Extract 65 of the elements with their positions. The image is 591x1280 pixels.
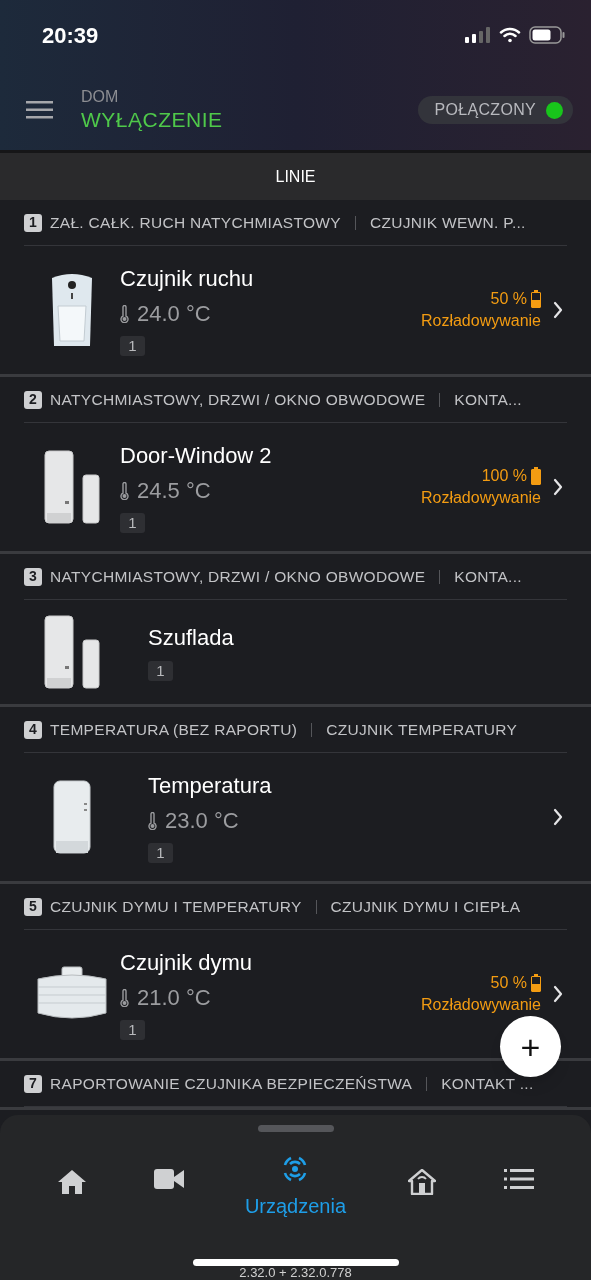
temperature-reading: 24.5 °C — [137, 477, 211, 505]
thermometer-icon — [148, 812, 157, 830]
line-header-text: ZAŁ. CAŁK. RUCH NATYCHMIASTOWY — [50, 212, 341, 233]
zone-badge: 1 — [120, 336, 145, 356]
arming-state: WYŁĄCZENIE — [81, 107, 224, 133]
device-name: Door-Window 2 — [120, 442, 273, 470]
thermometer-icon — [120, 989, 129, 1007]
device-name: Czujnik ruchu — [120, 265, 255, 293]
chevron-right-icon[interactable] — [553, 301, 563, 319]
device-name: Czujnik dymu — [120, 949, 254, 977]
line-number: 3 — [24, 567, 42, 586]
line-header-text: CZUJNIK DYMU I CIEPŁA — [330, 896, 521, 917]
house-signal-icon — [408, 1169, 437, 1195]
device-name: Temperatura — [148, 772, 273, 800]
battery-icon — [531, 290, 541, 308]
line-number: 2 — [24, 390, 42, 409]
battery-status: Rozładowywanie — [420, 311, 541, 331]
zone-badge: 1 — [120, 1020, 145, 1040]
line-number: 7 — [24, 1074, 42, 1093]
line-header-text: TEMPERATURA (BEZ RAPORTU) — [50, 719, 298, 740]
temperature-reading: 21.0 °C — [137, 984, 211, 1012]
line-header-text: NATYCHMIASTOWY, DRZWI / OKNO OBWODOWE — [50, 389, 426, 410]
line-header-text: KONTA... — [454, 566, 522, 587]
location-label: DOM — [81, 87, 120, 107]
battery-percent: 50 % — [490, 289, 527, 309]
version-text: 2.32.0 + 2.32.0.778 — [239, 1266, 352, 1280]
video-camera-icon — [153, 1169, 184, 1189]
battery-percent: 50 % — [490, 973, 527, 993]
battery-status: Rozładowywanie — [420, 995, 541, 1015]
list-icon — [503, 1169, 534, 1189]
temperature-reading: 24.0 °C — [137, 300, 211, 328]
battery-status: Rozładowywanie — [420, 488, 541, 508]
chevron-right-icon[interactable] — [553, 985, 563, 1003]
line-header-text: CZUJNIK WEWN. P... — [369, 212, 526, 233]
temperature-reading: 23.0 °C — [165, 807, 239, 835]
line-number: 4 — [24, 720, 42, 739]
zone-badge: 1 — [120, 513, 145, 533]
menu-icon[interactable] — [26, 101, 53, 119]
battery-status-icon — [529, 26, 565, 44]
status-time: 20:39 — [42, 21, 99, 50]
drag-handle[interactable] — [257, 1125, 334, 1132]
section-title: LINIE — [275, 166, 316, 187]
line-number: 1 — [24, 213, 42, 232]
battery-icon — [531, 467, 541, 485]
thermometer-icon — [120, 482, 129, 500]
line-header-text: NATYCHMIASTOWY, DRZWI / OKNO OBWODOWE — [50, 566, 426, 587]
zone-badge: 1 — [148, 661, 173, 681]
cellular-signal-icon — [465, 27, 491, 43]
battery-icon — [531, 974, 541, 992]
wifi-icon — [499, 27, 521, 43]
add-button[interactable]: + — [500, 1016, 561, 1077]
line-header-text: RAPORTOWANIE CZUJNIKA BEZPIECZEŃSTWA — [50, 1073, 413, 1094]
connection-status: POŁĄCZONY — [417, 96, 573, 124]
home-icon — [57, 1169, 88, 1195]
thermometer-icon — [120, 305, 129, 323]
line-number: 5 — [24, 897, 42, 916]
device-name: Szuflada — [148, 624, 235, 652]
line-header-text: CZUJNIK TEMPERATURY — [326, 719, 518, 740]
nav-tab[interactable]: Urządzenia — [235, 1155, 356, 1225]
line-header-text: KONTA... — [454, 389, 522, 410]
zone-badge: 1 — [148, 843, 173, 863]
chevron-right-icon[interactable] — [553, 808, 563, 826]
battery-percent: 100 % — [481, 466, 527, 486]
line-header-text: CZUJNIK DYMU I TEMPERATURY — [50, 896, 302, 917]
chevron-right-icon[interactable] — [553, 478, 563, 496]
